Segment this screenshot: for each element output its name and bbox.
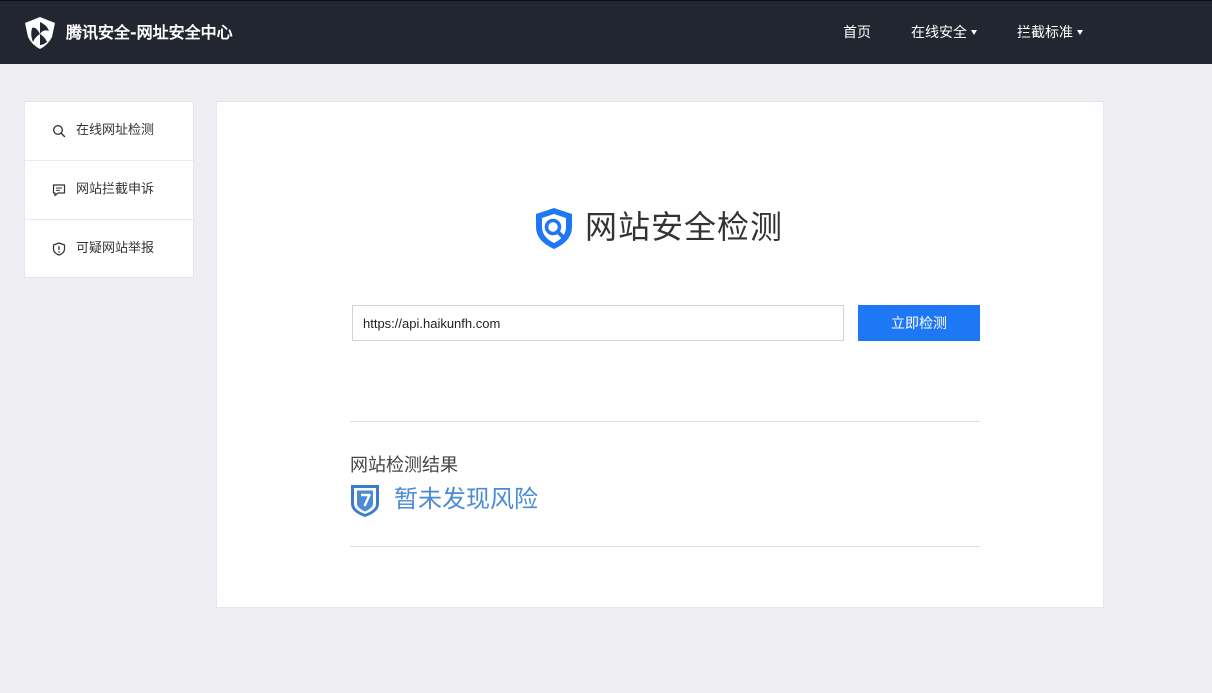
result-status: 暂未发现风险 [394,485,538,513]
search-icon [53,125,66,138]
nav-home[interactable]: 首页 [843,23,871,43]
nav-online-security[interactable]: 在线安全 [911,23,977,43]
shield-alert-icon [52,242,66,256]
result-label: 网站检测结果 [350,455,458,476]
sidebar-item-label: 在线网址检测 [76,123,155,138]
nav-block-standard-label: 拦截标准 [1017,25,1073,41]
sidebar-item-label: 网站拦截申诉 [76,182,155,197]
sidebar-item-report[interactable]: 可疑网站举报 [25,220,193,279]
caret-down-icon [971,29,977,35]
tencent-security-logo-icon[interactable] [22,15,58,51]
message-icon [52,184,66,197]
page-title: 网站安全检测 [585,208,784,246]
nav-online-security-label: 在线安全 [911,25,967,41]
url-input[interactable] [352,305,844,341]
sidebar-item-label: 可疑网站举报 [76,241,155,256]
divider [350,421,980,422]
main-panel: 网站安全检测 立即检测 网站检测结果 暂未发现风险 [216,101,1104,608]
site-brand-title[interactable]: 腾讯安全-网址安全中心 [66,22,233,44]
nav-home-label: 首页 [843,25,871,41]
check-now-button[interactable]: 立即检测 [858,305,980,341]
sidebar-item-url-check[interactable]: 在线网址检测 [25,102,193,161]
caret-down-icon [1077,29,1083,35]
divider [350,546,980,547]
shield-search-icon [536,208,572,249]
top-header: 腾讯安全-网址安全中心 首页 在线安全 拦截标准 [0,0,1212,64]
sidebar: 在线网址检测 网站拦截申诉 可疑网站举报 [24,101,194,278]
sidebar-item-appeal[interactable]: 网站拦截申诉 [25,161,193,220]
nav-block-standard[interactable]: 拦截标准 [1017,23,1083,43]
shield-safe-icon [351,485,379,517]
